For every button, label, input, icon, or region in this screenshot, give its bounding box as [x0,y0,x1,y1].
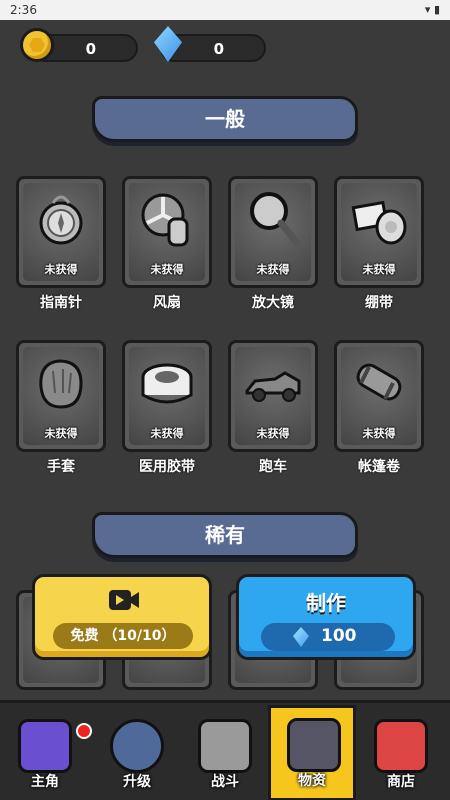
nav-label: 升级 [123,774,151,790]
nav-battle[interactable]: 战斗 [186,709,264,797]
coin-icon [20,28,54,62]
item-card-tape[interactable]: 未获得 [122,340,212,452]
nav-label: 商店 [387,774,415,790]
status-label: 未获得 [362,427,396,440]
clock: 2:36 [10,3,37,17]
magnifier-icon [250,192,301,247]
craft-button[interactable]: 制作 100 [236,574,416,660]
craft-cost: 100 [321,626,357,646]
item-card-compass[interactable]: 未获得 [16,176,106,288]
fan-icon [141,193,189,247]
item-name-fan: 风扇 [153,295,181,311]
section-banner-rare: 稀有 [92,512,358,558]
section-banner-common: 一般 [92,96,358,142]
supplies-icon [287,718,341,772]
system-icons: ▾ ▮ [424,3,440,16]
bandage-icon [351,200,407,245]
shop-icon [374,719,428,773]
nav-supplies[interactable]: 物资 [268,705,356,800]
status-label: 未获得 [362,263,396,276]
status-label: 未获得 [150,263,184,276]
item-name-bandage: 绷带 [365,295,393,311]
glove-icon [39,359,83,409]
upgrade-icon [110,719,164,773]
status-bar: 2:36 ▾ ▮ [0,0,450,20]
item-card-tent-roll[interactable]: 未获得 [334,340,424,452]
craft-cost-pill: 100 [261,623,395,651]
item-card-glove[interactable]: 未获得 [16,340,106,452]
currency-bar: 0 0 [0,20,450,72]
video-icon [109,590,139,610]
item-name-glove: 手套 [47,459,75,475]
item-name-tent-roll: 帐篷卷 [358,459,400,475]
status-label: 未获得 [44,427,78,440]
gem-amount: 0 [213,40,224,58]
status-label: 未获得 [44,263,78,276]
gem-icon [293,627,309,647]
item-card-fan[interactable]: 未获得 [122,176,212,288]
item-name-compass: 指南针 [40,295,82,311]
nav-label: 主角 [31,774,59,790]
item-card-bandage[interactable]: 未获得 [334,176,424,288]
item-card-magnifier[interactable]: 未获得 [228,176,318,288]
hero-icon [18,719,72,773]
craft-label: 制作 [306,591,346,615]
notification-badge [76,723,92,739]
tape-icon [141,363,193,404]
nav-label: 物资 [298,773,326,789]
bottom-nav: 主角 升级 战斗 物资 商店 [0,700,450,800]
coin-amount: 0 [85,40,96,58]
status-label: 未获得 [150,427,184,440]
nav-shop[interactable]: 商店 [362,709,440,797]
free-draw-button[interactable]: 免费 （10/10） [32,574,212,660]
sportscar-icon [245,371,301,402]
nav-label: 战斗 [211,774,239,790]
tent-roll-icon [356,363,402,401]
status-label: 未获得 [256,427,290,440]
item-name-magnifier: 放大镜 [252,295,294,311]
free-draw-label: 免费 （10/10） [53,623,193,649]
item-name-sportscar: 跑车 [259,459,287,475]
compass-icon [39,195,83,245]
item-card-sportscar[interactable]: 未获得 [228,340,318,452]
battle-icon [198,719,252,773]
item-name-tape: 医用胶带 [139,459,195,475]
nav-upgrade[interactable]: 升级 [98,709,176,797]
status-label: 未获得 [256,263,290,276]
nav-hero[interactable]: 主角 [6,709,92,797]
